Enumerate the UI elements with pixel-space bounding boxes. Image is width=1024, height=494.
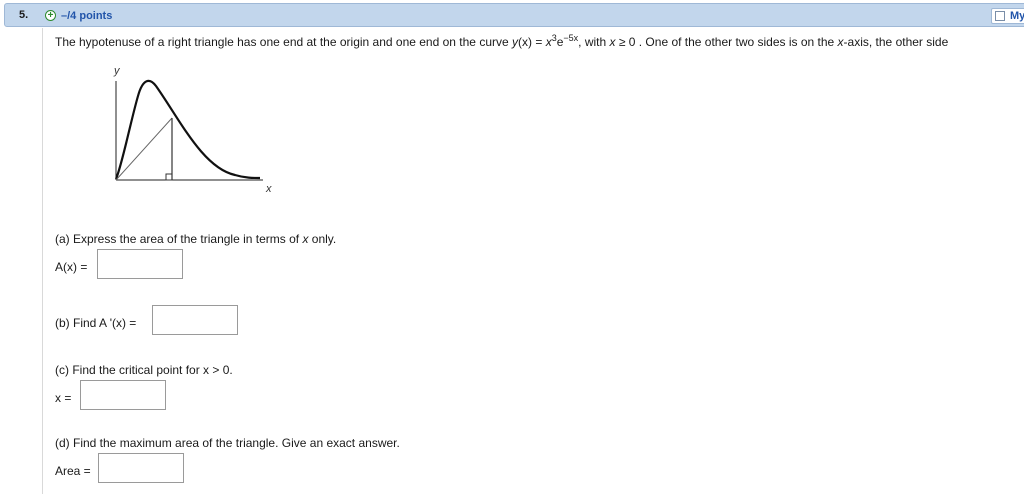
part-d-label: Area = [55, 464, 91, 478]
y-axis-label: y [113, 65, 121, 77]
problem-statement: The hypotenuse of a right triangle has o… [55, 33, 949, 49]
curve-diagram: y x [113, 65, 272, 195]
part-b-answer-input[interactable] [152, 305, 238, 335]
part-d-answer-input[interactable] [98, 453, 184, 483]
left-divider [42, 28, 43, 494]
expand-plus-icon[interactable]: + [45, 10, 56, 21]
part-c-answer-input[interactable] [80, 380, 166, 410]
my-notes-label: My [1010, 10, 1024, 22]
part-d-question: (d) Find the maximum area of the triangl… [55, 436, 400, 450]
part-a-question: (a) Express the area of the triangle in … [55, 232, 337, 246]
notes-icon [995, 11, 1005, 21]
my-notes-button[interactable]: My [991, 8, 1024, 24]
curve-line [114, 79, 261, 180]
points-label: –/4 points [61, 10, 113, 22]
question-number: 5. [19, 9, 29, 21]
part-c-label: x = [55, 391, 72, 405]
part-b-question: (b) Find A '(x) = [55, 316, 137, 330]
part-a-label: A(x) = [55, 260, 88, 274]
question-header: 5. + –/4 points My [4, 3, 1024, 27]
part-c-question: (c) Find the critical point for x > 0. [55, 363, 233, 377]
x-axis-label: x [265, 183, 272, 195]
part-a-answer-input[interactable] [97, 249, 183, 279]
right-angle-marker [165, 173, 173, 181]
